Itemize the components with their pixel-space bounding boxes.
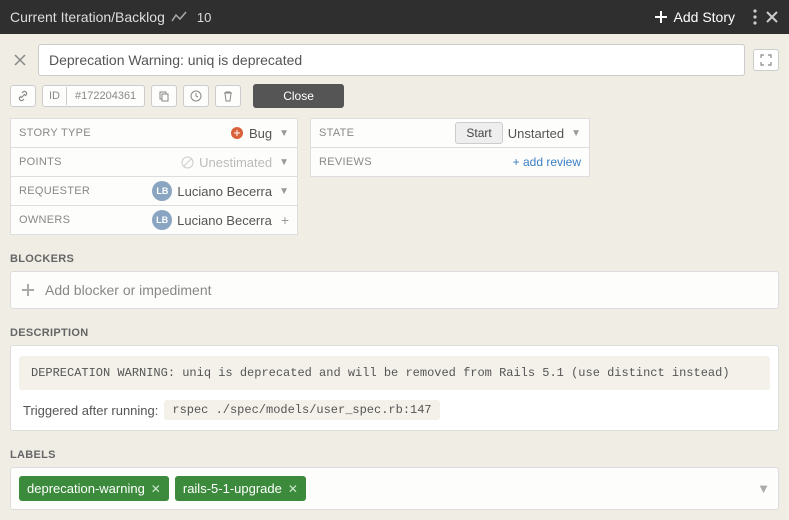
labels-heading: LABELS: [10, 449, 779, 461]
label-remove-button[interactable]: ✕: [288, 482, 298, 496]
story-close-x[interactable]: [10, 52, 30, 68]
add-owner-button[interactable]: +: [281, 212, 289, 228]
add-blocker-button[interactable]: Add blocker or impediment: [10, 271, 779, 309]
description-warning: DEPRECATION WARNING: uniq is deprecated …: [19, 356, 770, 390]
delete-button[interactable]: [215, 85, 241, 107]
description-command: rspec ./spec/models/user_spec.rb:147: [164, 400, 439, 420]
chevron-down-icon: ▼: [279, 186, 289, 197]
iteration-count: 10: [197, 10, 211, 25]
label-tag[interactable]: deprecation-warning ✕: [19, 476, 169, 501]
plus-icon: [654, 10, 668, 24]
labels-dropdown[interactable]: ▼: [757, 481, 770, 496]
story-id-value: #172204361: [67, 87, 144, 105]
state-label: STATE: [319, 127, 354, 139]
description-box[interactable]: DEPRECATION WARNING: uniq is deprecated …: [10, 345, 779, 431]
story-id-label: ID: [43, 87, 67, 105]
trash-icon: [222, 90, 234, 102]
reviews-label: REVIEWS: [319, 156, 372, 168]
panel-title: Current Iteration/Backlog: [10, 9, 165, 25]
kebab-icon: [753, 9, 757, 25]
expand-icon: [760, 54, 772, 66]
label-remove-button[interactable]: ✕: [151, 482, 161, 496]
story-type-row[interactable]: STORY TYPE Bug ▼: [10, 118, 298, 148]
blockers-heading: BLOCKERS: [10, 253, 779, 265]
add-blocker-placeholder: Add blocker or impediment: [45, 282, 212, 298]
clock-icon: [190, 90, 202, 102]
state-row: STATE Start Unstarted ▼: [310, 118, 590, 148]
unestimated-icon: [181, 156, 194, 169]
requester-value: Luciano Becerra: [177, 184, 272, 199]
link-icon: [17, 90, 29, 102]
points-value: Unestimated: [199, 155, 272, 170]
chevron-down-icon: ▼: [279, 128, 289, 139]
description-triggered-text: Triggered after running:: [23, 403, 158, 418]
close-icon: [14, 54, 26, 66]
label-tag-text: deprecation-warning: [27, 481, 145, 496]
points-label: POINTS: [19, 156, 62, 168]
description-heading: DESCRIPTION: [10, 327, 779, 339]
labels-box[interactable]: deprecation-warning ✕ rails-5-1-upgrade …: [10, 467, 779, 510]
chevron-down-icon: ▼: [279, 157, 289, 168]
chevron-down-icon: ▼: [571, 128, 581, 139]
panel-close-button[interactable]: [765, 10, 779, 24]
add-story-label: Add Story: [674, 9, 735, 25]
bug-icon: [230, 126, 244, 140]
more-menu-button[interactable]: [753, 9, 757, 25]
link-button[interactable]: [10, 85, 36, 107]
requester-label: REQUESTER: [19, 185, 90, 197]
owners-row[interactable]: OWNERS LB Luciano Becerra +: [10, 205, 298, 235]
story-type-label: STORY TYPE: [19, 127, 91, 139]
label-tag[interactable]: rails-5-1-upgrade ✕: [175, 476, 306, 501]
reviews-row: REVIEWS + add review: [310, 147, 590, 177]
requester-row[interactable]: REQUESTER LB Luciano Becerra ▼: [10, 176, 298, 206]
plus-icon: [21, 283, 35, 297]
start-button[interactable]: Start: [455, 122, 502, 144]
iteration-trend-icon: [171, 11, 187, 23]
expand-button[interactable]: [753, 49, 779, 71]
owners-value: Luciano Becerra: [177, 213, 272, 228]
add-story-button[interactable]: Add Story: [654, 9, 735, 25]
close-button[interactable]: Close: [253, 84, 344, 108]
copy-button[interactable]: [151, 85, 177, 107]
story-type-value: Bug: [249, 126, 272, 141]
add-review-link[interactable]: + add review: [513, 155, 581, 169]
state-value[interactable]: Unstarted: [508, 126, 564, 141]
owners-label: OWNERS: [19, 214, 70, 226]
avatar: LB: [152, 210, 172, 230]
label-tag-text: rails-5-1-upgrade: [183, 481, 282, 496]
close-icon: [765, 10, 779, 24]
avatar: LB: [152, 181, 172, 201]
points-row[interactable]: POINTS Unestimated ▼: [10, 147, 298, 177]
copy-icon: [158, 90, 170, 102]
story-title-input[interactable]: [38, 44, 745, 76]
history-button[interactable]: [183, 85, 209, 107]
story-id-box[interactable]: ID #172204361: [42, 85, 145, 107]
